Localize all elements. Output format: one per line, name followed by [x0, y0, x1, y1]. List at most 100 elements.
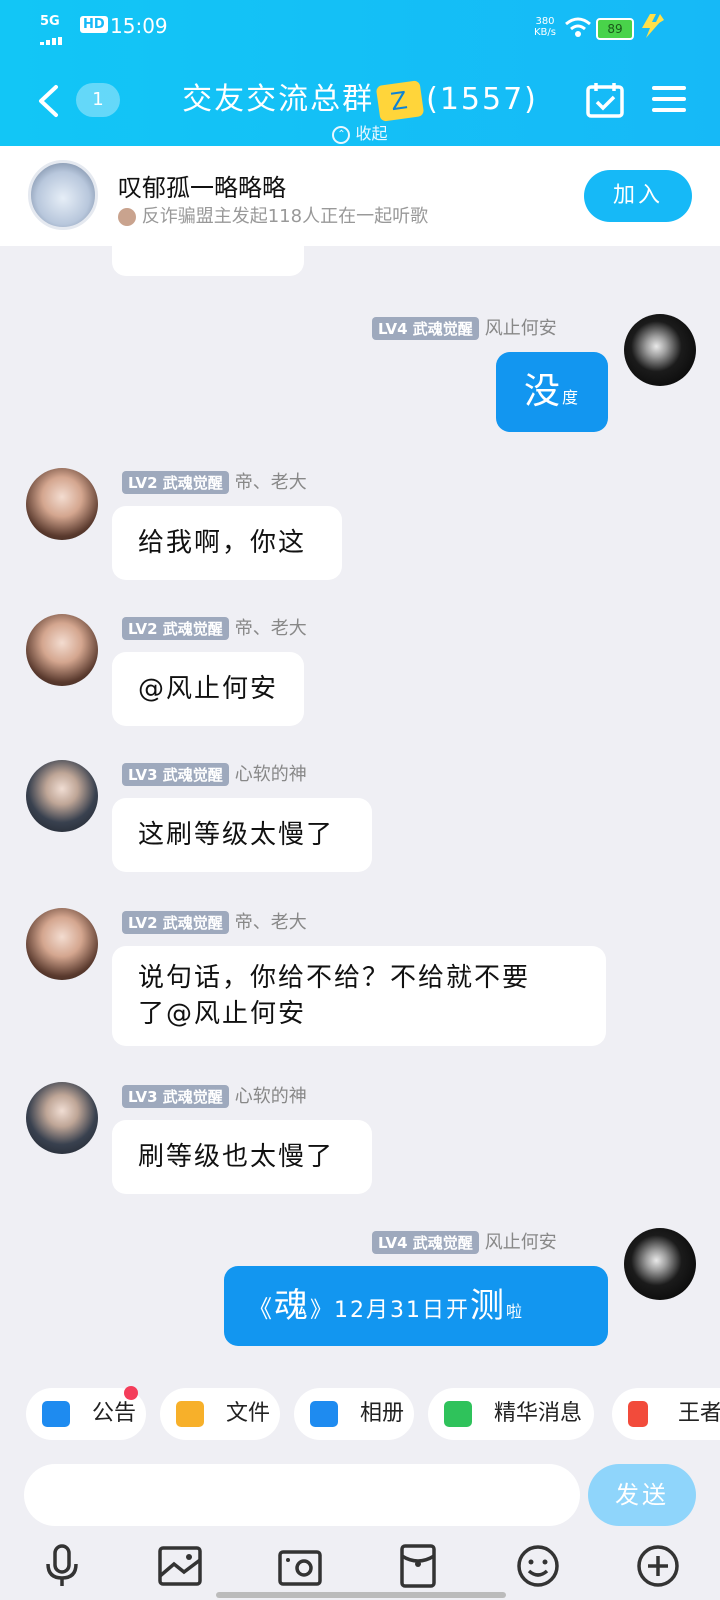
message-bubble[interactable]: 这刷等级太慢了: [112, 798, 372, 872]
message-text: 魂: [274, 1286, 310, 1326]
message-text: 没: [523, 371, 562, 412]
message-text-small: 度: [562, 388, 581, 407]
image-icon[interactable]: [156, 1542, 204, 1590]
game-chip[interactable]: 王者: [612, 1388, 720, 1440]
chip-label: 相册: [360, 1401, 405, 1426]
message-text: 啦: [506, 1302, 525, 1321]
message-text: 刷等级也太慢了: [138, 1142, 335, 1172]
chip-label: 王者: [678, 1401, 720, 1426]
red-packet-icon[interactable]: [394, 1542, 442, 1590]
message-text: @风止何安: [138, 674, 279, 704]
message-text: 给我啊，你这: [138, 528, 307, 558]
level-badge: LV4 武魂觉醒: [372, 317, 479, 340]
sender-name: 帝、老大: [234, 912, 307, 933]
sender-name: 帝、老大: [234, 472, 307, 493]
avatar[interactable]: [26, 908, 98, 980]
plus-icon[interactable]: [634, 1542, 682, 1590]
sender-line: LV2 武魂觉醒 帝、老大: [122, 614, 307, 640]
avatar[interactable]: [624, 314, 696, 386]
member-count: (1557): [426, 82, 538, 117]
level-badge: LV4 武魂觉醒: [372, 1231, 479, 1254]
banner-subtitle-row: 反诈骗盟主发起118人正在一起听歌: [118, 202, 428, 228]
sender-line: LV4 武魂觉醒 风止何安: [372, 1228, 557, 1254]
hd-badge: HD: [80, 16, 108, 33]
microphone-icon[interactable]: [38, 1542, 86, 1590]
level-badge: LV2 武魂觉醒: [122, 911, 229, 934]
avatar[interactable]: [26, 468, 98, 540]
message-bubble[interactable]: [112, 246, 304, 276]
input-toolbar: [0, 1534, 720, 1600]
charging-icon: [640, 14, 668, 42]
highlight-icon: [444, 1401, 472, 1427]
avatar[interactable]: [26, 614, 98, 686]
files-chip[interactable]: 文件: [160, 1388, 280, 1440]
net-speed: 380 KB/s: [534, 16, 556, 38]
sender-name: 心软的神: [234, 1086, 307, 1107]
level-badge: LV3 武魂觉醒: [122, 1085, 229, 1108]
level-badge: LV3 武魂觉醒: [122, 763, 229, 786]
collapse-toggle[interactable]: ⌃ 收起: [0, 120, 720, 144]
level-badge: LV2 武魂觉醒: [122, 617, 229, 640]
avatar[interactable]: [26, 1082, 98, 1154]
menu-icon[interactable]: [652, 84, 686, 118]
sender-line: LV3 武魂觉醒 心软的神: [122, 760, 307, 786]
message-bubble[interactable]: 给我啊，你这: [112, 506, 342, 580]
sender-line: LV3 武魂觉醒 心软的神: [122, 1082, 307, 1108]
chip-label: 精华消息: [494, 1401, 583, 1426]
vip-badge-icon: Z: [375, 79, 425, 122]
send-button[interactable]: 发送: [588, 1464, 696, 1526]
wifi-icon: [564, 16, 592, 42]
net-speed-value: 380: [535, 16, 555, 27]
composer: 发送: [0, 1458, 720, 1544]
message-text: 》12月31日开: [310, 1298, 470, 1323]
battery-icon: 89: [596, 18, 634, 40]
join-button[interactable]: 加入: [584, 170, 692, 222]
game-icon: [628, 1401, 648, 1427]
signal-indicator: 5G: [40, 14, 60, 29]
message-text-line: 说句话，你给不给？不给就不要: [138, 963, 531, 993]
album-chip[interactable]: 相册: [294, 1388, 414, 1440]
message-text: 《: [248, 1295, 274, 1323]
album-icon: [310, 1401, 338, 1427]
banner-title: 叹郁孤一略略略: [118, 174, 286, 202]
sender-name: 风止何安: [484, 1232, 557, 1253]
highlights-chip[interactable]: 精华消息: [428, 1388, 594, 1440]
message-input[interactable]: [24, 1464, 580, 1526]
sender-line: LV2 武魂觉醒 帝、老大: [122, 908, 307, 934]
sender-line: LV4 武魂觉醒 风止何安: [372, 314, 557, 340]
signal-bars-icon: [40, 30, 72, 45]
camera-icon[interactable]: [276, 1542, 324, 1590]
announcement-chip[interactable]: 公告: [26, 1386, 146, 1440]
message-text-line: 了@风止何安: [138, 999, 307, 1029]
quick-action-bar: 公告 文件 相册 精华消息 王者: [0, 1378, 720, 1458]
header-bar: 5G HD 15:09 380 KB/s 89 1 交友交流总群 Z (1557) …: [0, 0, 720, 146]
message-bubble[interactable]: 《魂》12月31日开测啦: [224, 1266, 608, 1346]
listen-together-banner[interactable]: 叹郁孤一略略略 反诈骗盟主发起118人正在一起听歌 加入: [0, 146, 720, 246]
calendar-icon[interactable]: [586, 82, 624, 122]
chip-label: 文件: [226, 1401, 271, 1426]
banner-subtitle: 反诈骗盟主发起118人正在一起听歌: [141, 206, 429, 227]
clock: 15:09: [110, 14, 168, 38]
collapse-icon: ⌃: [332, 125, 351, 144]
message-bubble[interactable]: 刷等级也太慢了: [112, 1120, 372, 1194]
host-avatar: [118, 208, 136, 226]
home-indicator[interactable]: [216, 1592, 506, 1598]
message-bubble[interactable]: @风止何安: [112, 652, 304, 726]
folder-icon: [176, 1401, 204, 1427]
message-bubble[interactable]: 说句话，你给不给？不给就不要 了@风止何安: [112, 946, 606, 1046]
message-bubble[interactable]: 没度: [496, 352, 608, 432]
announcement-icon: [42, 1401, 70, 1427]
sender-name: 风止何安: [484, 318, 557, 339]
level-badge: LV2 武魂觉醒: [122, 471, 229, 494]
avatar[interactable]: [26, 760, 98, 832]
avatar[interactable]: [624, 1228, 696, 1300]
sender-name: 帝、老大: [234, 618, 307, 639]
message-text: 这刷等级太慢了: [138, 820, 335, 850]
banner-avatar: [28, 160, 98, 230]
notification-dot: [124, 1386, 138, 1400]
group-name: 交友交流总群: [182, 82, 375, 117]
emoji-icon[interactable]: [514, 1542, 562, 1590]
net-speed-unit: KB/s: [534, 27, 556, 38]
message-text: 测: [470, 1286, 506, 1326]
sender-name: 心软的神: [234, 764, 307, 785]
